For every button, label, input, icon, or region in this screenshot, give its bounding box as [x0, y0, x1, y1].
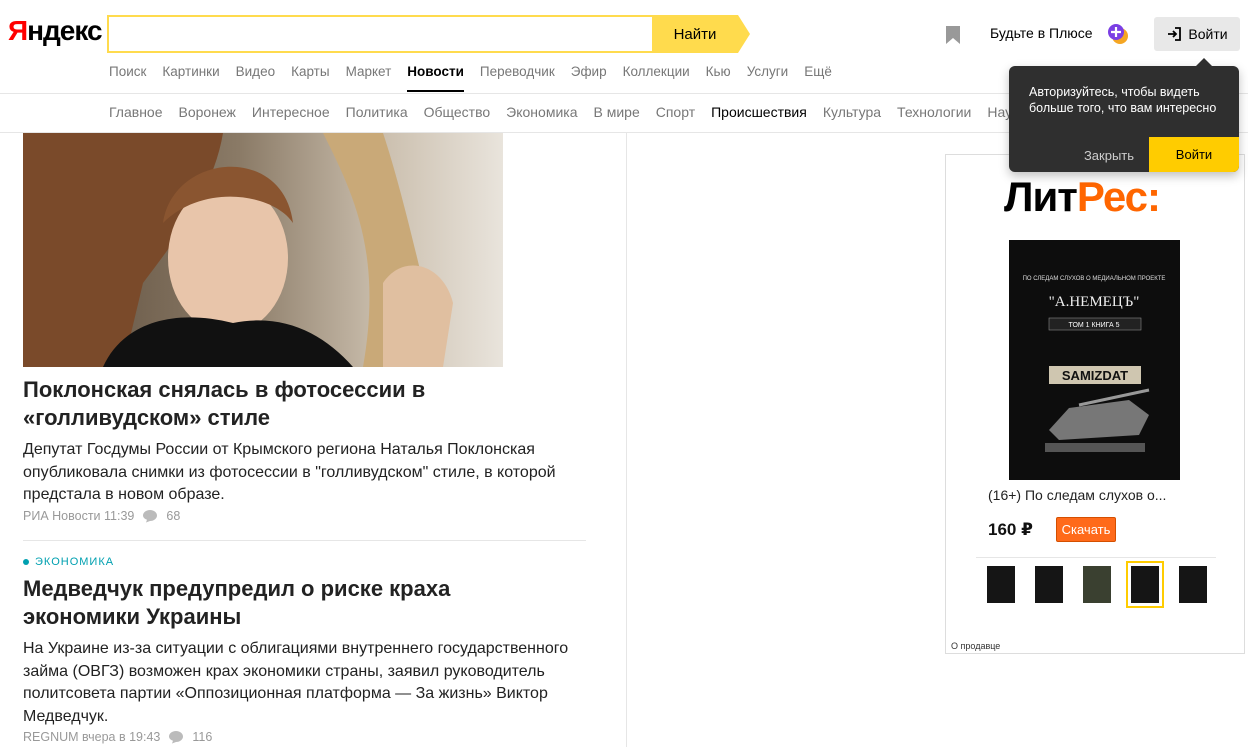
- login-button-label: Войти: [1188, 26, 1228, 42]
- service-images[interactable]: Картинки: [162, 64, 219, 79]
- rubric-sport[interactable]: Спорт: [656, 104, 695, 120]
- story-meta: РИА Новости 11:39 68: [23, 509, 180, 523]
- story-source[interactable]: REGNUM вчера в 19:43: [23, 730, 160, 744]
- rubric-incidents[interactable]: Происшествия: [711, 104, 807, 120]
- plus-link[interactable]: Будьте в Плюсе: [990, 25, 1093, 41]
- comment-count[interactable]: 68: [166, 509, 180, 523]
- yandex-logo[interactable]: Яндекс: [8, 15, 103, 47]
- rubric-economy[interactable]: Экономика: [506, 104, 577, 120]
- book-thumbnail-selected[interactable]: [1126, 561, 1164, 608]
- story-source[interactable]: РИА Новости 11:39: [23, 509, 134, 523]
- rubric-culture[interactable]: Культура: [823, 104, 881, 120]
- service-efir[interactable]: Эфир: [571, 64, 607, 79]
- rubric-voronezh[interactable]: Воронеж: [179, 104, 236, 120]
- story-meta: REGNUM вчера в 19:43 116: [23, 730, 212, 744]
- rubric-politics[interactable]: Политика: [346, 104, 408, 120]
- search-button[interactable]: Найти: [652, 15, 738, 53]
- login-button[interactable]: Войти: [1154, 17, 1240, 51]
- popup-close-button[interactable]: Закрыть: [1069, 139, 1149, 172]
- rubric-tech[interactable]: Технологии: [897, 104, 971, 120]
- service-maps[interactable]: Карты: [291, 64, 329, 79]
- story-snippet: На Украине из-за ситуации с облигациями …: [23, 640, 569, 725]
- search-form: Найти: [107, 15, 750, 53]
- book-thumbnail[interactable]: [987, 566, 1015, 603]
- service-translate[interactable]: Переводчик: [480, 64, 555, 79]
- cover-volume: ТОМ 1 КНИГА 5: [1068, 322, 1119, 329]
- comment-count[interactable]: 116: [192, 730, 212, 744]
- book-thumbnail[interactable]: [1083, 566, 1111, 603]
- litres-ad: ЛитРес: ПО СЛЕДАМ СЛУХОВ О МЕДИАЛЬНОМ ПР…: [945, 154, 1245, 654]
- story-title[interactable]: Медведчук предупредил о риске краха экон…: [23, 575, 563, 631]
- book-thumbnail[interactable]: [1035, 566, 1063, 603]
- seller-link[interactable]: О продавце: [951, 641, 1000, 651]
- login-icon: [1168, 27, 1182, 41]
- book-price: 160 ₽: [988, 520, 1033, 539]
- rubric-interesting[interactable]: Интересное: [252, 104, 330, 120]
- service-collections[interactable]: Коллекции: [623, 64, 690, 79]
- story-divider: [23, 540, 586, 541]
- rubric-dot: [23, 559, 29, 565]
- yandex-plus-icon[interactable]: [1106, 22, 1130, 46]
- litres-logo[interactable]: ЛитРес:: [1004, 173, 1161, 221]
- popup-message: Авторизуйтесь, чтобы видеть больше того,…: [1029, 85, 1217, 115]
- service-q[interactable]: Кью: [706, 64, 731, 79]
- service-news[interactable]: Новости: [407, 64, 464, 92]
- story-snippet: Депутат Госдумы России от Крымского реги…: [23, 441, 556, 503]
- logo-rest: ндекс: [27, 15, 102, 46]
- story-title[interactable]: Поклонская снялась в фотосессии в «голли…: [23, 376, 563, 432]
- service-market[interactable]: Маркет: [346, 64, 392, 79]
- popup-login-button[interactable]: Войти: [1149, 137, 1239, 172]
- rubric-tag-label: ЭКОНОМИКА: [35, 556, 115, 568]
- service-video[interactable]: Видео: [236, 64, 275, 79]
- download-button[interactable]: Скачать: [1056, 517, 1116, 542]
- litres-logo-rest: Рес:: [1076, 173, 1161, 220]
- book-thumbnail[interactable]: [1179, 566, 1207, 603]
- litres-logo-first: Лит: [1004, 173, 1078, 220]
- bookmark-icon[interactable]: [944, 25, 962, 45]
- book-title[interactable]: (16+) По следам слухов о...: [988, 487, 1166, 503]
- rubric-world[interactable]: В мире: [593, 104, 639, 120]
- service-more[interactable]: Ещё: [804, 64, 832, 79]
- search-button-arrow: [738, 15, 750, 53]
- service-search[interactable]: Поиск: [109, 64, 146, 79]
- cover-subtitle: ПО СЛЕДАМ СЛУХОВ О МЕДИАЛЬНОМ ПРОЕКТЕ: [1023, 276, 1166, 282]
- story-photo[interactable]: [23, 133, 503, 367]
- rubric-society[interactable]: Общество: [424, 104, 491, 120]
- book-cover[interactable]: ПО СЛЕДАМ СЛУХОВ О МЕДИАЛЬНОМ ПРОЕКТЕ "А…: [1009, 240, 1180, 480]
- search-input[interactable]: [107, 15, 652, 53]
- logo-letter: Я: [8, 15, 28, 46]
- login-popup: Авторизуйтесь, чтобы видеть больше того,…: [1009, 58, 1239, 172]
- rubric-main[interactable]: Главное: [109, 104, 163, 120]
- rubric-tag[interactable]: ЭКОНОМИКА: [23, 556, 114, 568]
- column-divider: [626, 133, 627, 747]
- comment-icon: [169, 731, 184, 744]
- cover-title: "А.НЕМЕЦЪ": [1049, 294, 1140, 310]
- cover-series: SAMIZDAT: [1062, 368, 1128, 383]
- services-nav: Поиск Картинки Видео Карты Маркет Новост…: [109, 64, 848, 92]
- comment-icon: [143, 510, 158, 523]
- service-uslugi[interactable]: Услуги: [747, 64, 789, 79]
- ad-divider: [976, 557, 1216, 558]
